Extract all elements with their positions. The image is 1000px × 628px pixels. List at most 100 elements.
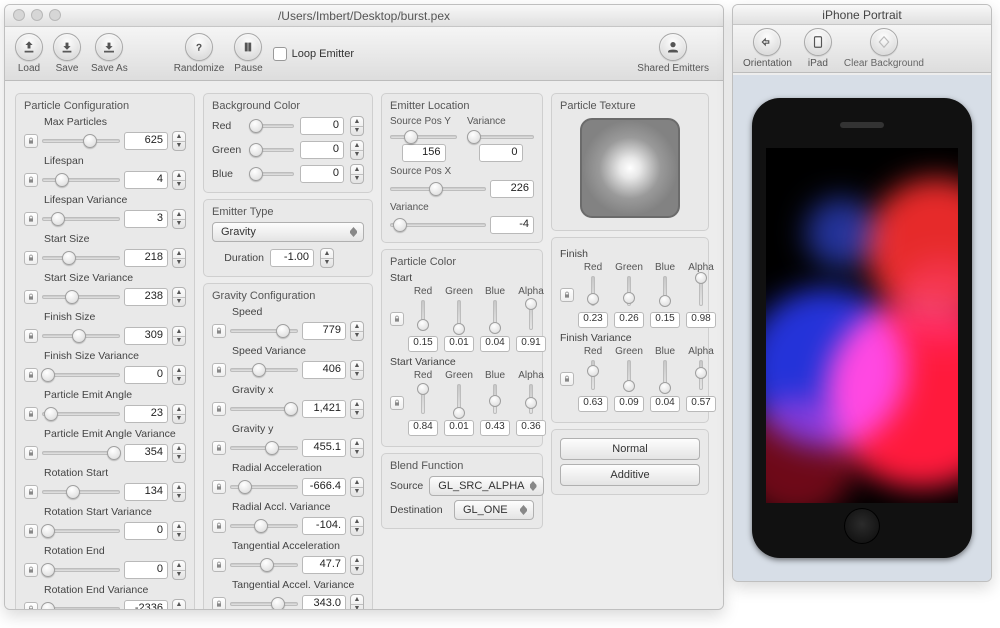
rot_start_var-input[interactable]: 0 xyxy=(124,522,168,540)
grav-gx-slider[interactable] xyxy=(230,402,298,416)
emit_angle_var-slider[interactable] xyxy=(42,446,120,460)
blend-additive-button[interactable]: Additive xyxy=(560,464,700,486)
rot_end-input[interactable]: 0 xyxy=(124,561,168,579)
color-green-slider[interactable] xyxy=(627,276,631,306)
max_particles-input[interactable]: 625 xyxy=(124,132,168,150)
duration-stepper[interactable]: ▲▼ xyxy=(320,248,334,268)
grav-radial-stepper[interactable]: ▲▼ xyxy=(350,477,364,497)
start_size_var-input[interactable]: 238 xyxy=(124,288,168,306)
grav-speed_var-slider[interactable] xyxy=(230,363,298,377)
bg-green-input[interactable]: 0 xyxy=(300,141,344,159)
grav-gy-slider[interactable] xyxy=(230,441,298,455)
grav-gy-stepper[interactable]: ▲▼ xyxy=(350,438,364,458)
lifespan-input[interactable]: 4 xyxy=(124,171,168,189)
max_particles-lock[interactable] xyxy=(24,134,38,148)
emit_angle-slider[interactable] xyxy=(42,407,120,421)
emit_angle-input[interactable]: 23 xyxy=(124,405,168,423)
finish_size_var-input[interactable]: 0 xyxy=(124,366,168,384)
rot_start_var-stepper[interactable]: ▲▼ xyxy=(172,521,186,541)
grav-tang-stepper[interactable]: ▲▼ xyxy=(350,555,364,575)
emit_angle_var-stepper[interactable]: ▲▼ xyxy=(172,443,186,463)
grav-tang-lock[interactable] xyxy=(212,558,226,572)
start-color-lock[interactable] xyxy=(390,312,404,326)
rot_start-input[interactable]: 134 xyxy=(124,483,168,501)
bg-red-stepper[interactable]: ▲▼ xyxy=(350,116,364,136)
color-alpha-input[interactable]: 0.98 xyxy=(686,312,716,328)
start-var-color-lock[interactable] xyxy=(390,396,404,410)
rot_start_var-lock[interactable] xyxy=(24,524,38,538)
grav-radial_var-input[interactable]: -104. xyxy=(302,517,346,535)
grav-speed-lock[interactable] xyxy=(212,324,226,338)
blend-dest-select[interactable]: GL_ONE xyxy=(454,500,534,520)
grav-gx-stepper[interactable]: ▲▼ xyxy=(350,399,364,419)
rot_start_var-slider[interactable] xyxy=(42,524,120,538)
start_size-slider[interactable] xyxy=(42,251,120,265)
bg-blue-slider[interactable] xyxy=(252,167,294,181)
color-alpha-slider[interactable] xyxy=(699,360,703,390)
max_particles-slider[interactable] xyxy=(42,134,120,148)
finish_size_var-lock[interactable] xyxy=(24,368,38,382)
rot_end_var-input[interactable]: -2336 xyxy=(124,600,168,610)
blend-source-select[interactable]: GL_SRC_ALPHA xyxy=(429,476,543,496)
finish_size-lock[interactable] xyxy=(24,329,38,343)
bg-green-stepper[interactable]: ▲▼ xyxy=(350,140,364,160)
color-red-slider[interactable] xyxy=(421,384,425,414)
clear-background-button[interactable]: Clear Background xyxy=(844,28,924,69)
rot_start-slider[interactable] xyxy=(42,485,120,499)
color-blue-slider[interactable] xyxy=(663,360,667,390)
grav-speed-input[interactable]: 779 xyxy=(302,322,346,340)
rot_end_var-lock[interactable] xyxy=(24,602,38,610)
grav-radial_var-slider[interactable] xyxy=(230,519,298,533)
grav-tang_var-input[interactable]: 343.0 xyxy=(302,595,346,610)
minimize-icon[interactable] xyxy=(31,9,43,21)
lifespan_var-lock[interactable] xyxy=(24,212,38,226)
ipad-button[interactable]: iPad xyxy=(804,28,832,69)
texture-preview[interactable] xyxy=(580,118,680,218)
source-pos-y-slider[interactable] xyxy=(390,130,457,144)
rot_start-stepper[interactable]: ▲▼ xyxy=(172,482,186,502)
color-green-slider[interactable] xyxy=(457,384,461,414)
lifespan-lock[interactable] xyxy=(24,173,38,187)
source-pos-x-var-input[interactable]: -4 xyxy=(490,216,534,234)
color-green-slider[interactable] xyxy=(457,300,461,330)
start_size-lock[interactable] xyxy=(24,251,38,265)
color-green-input[interactable]: 0.01 xyxy=(444,420,474,436)
lifespan_var-stepper[interactable]: ▲▼ xyxy=(172,209,186,229)
color-green-input[interactable]: 0.09 xyxy=(614,396,644,412)
color-alpha-input[interactable]: 0.57 xyxy=(686,396,716,412)
load-button[interactable]: Load xyxy=(15,33,43,74)
rot_end_var-slider[interactable] xyxy=(42,602,120,610)
lifespan_var-input[interactable]: 3 xyxy=(124,210,168,228)
grav-gx-input[interactable]: 1,421 xyxy=(302,400,346,418)
source-pos-y-var-input[interactable]: 0 xyxy=(479,144,523,162)
start_size_var-lock[interactable] xyxy=(24,290,38,304)
color-blue-input[interactable]: 0.04 xyxy=(650,396,680,412)
zoom-icon[interactable] xyxy=(49,9,61,21)
color-red-input[interactable]: 0.63 xyxy=(578,396,608,412)
close-icon[interactable] xyxy=(13,9,25,21)
emit_angle_var-lock[interactable] xyxy=(24,446,38,460)
color-red-slider[interactable] xyxy=(591,360,595,390)
color-green-input[interactable]: 0.01 xyxy=(444,336,474,352)
rot_end-stepper[interactable]: ▲▼ xyxy=(172,560,186,580)
grav-radial-lock[interactable] xyxy=(212,480,226,494)
start_size_var-slider[interactable] xyxy=(42,290,120,304)
color-blue-input[interactable]: 0.15 xyxy=(650,312,680,328)
source-pos-y-input[interactable]: 156 xyxy=(402,144,446,162)
lifespan_var-slider[interactable] xyxy=(42,212,120,226)
grav-speed-stepper[interactable]: ▲▼ xyxy=(350,321,364,341)
color-alpha-input[interactable]: 0.91 xyxy=(516,336,546,352)
rot_end_var-stepper[interactable]: ▲▼ xyxy=(172,599,186,610)
grav-speed_var-lock[interactable] xyxy=(212,363,226,377)
loop-emitter-checkbox[interactable]: Loop Emitter xyxy=(273,47,354,61)
grav-radial_var-lock[interactable] xyxy=(212,519,226,533)
grav-speed_var-input[interactable]: 406 xyxy=(302,361,346,379)
bg-green-slider[interactable] xyxy=(252,143,294,157)
duration-input[interactable]: -1.00 xyxy=(270,249,314,267)
lifespan-slider[interactable] xyxy=(42,173,120,187)
color-red-slider[interactable] xyxy=(421,300,425,330)
pause-button[interactable]: Pause xyxy=(234,33,262,74)
start_size_var-stepper[interactable]: ▲▼ xyxy=(172,287,186,307)
finish_size_var-slider[interactable] xyxy=(42,368,120,382)
bg-blue-stepper[interactable]: ▲▼ xyxy=(350,164,364,184)
